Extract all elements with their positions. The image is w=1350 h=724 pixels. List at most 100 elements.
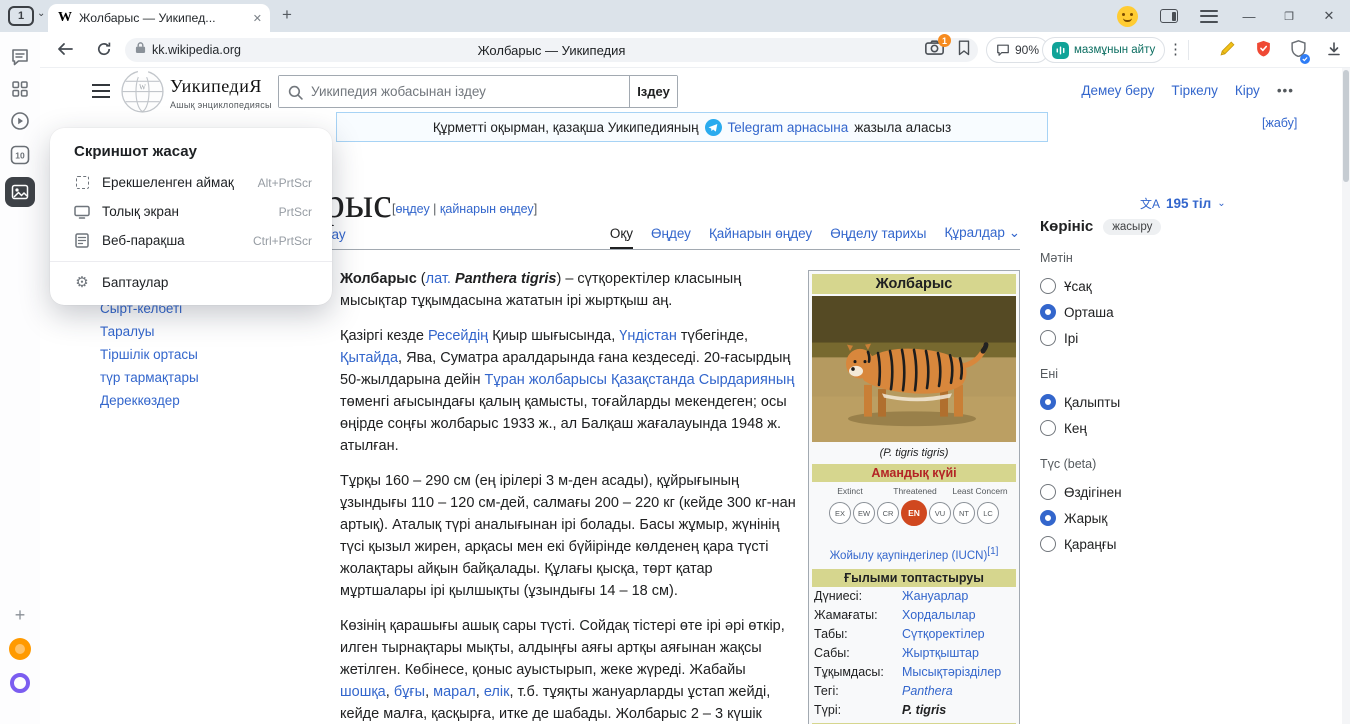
radio-selected-icon[interactable]	[1040, 304, 1056, 320]
toc-item[interactable]: Таралуы	[100, 324, 199, 339]
banner-text: Құрметті оқырман, қазақша Уикипедияның	[433, 120, 699, 135]
toc-item[interactable]: Дереккөздер	[100, 393, 199, 408]
taxon-link[interactable]: Panthera	[902, 684, 1014, 698]
screenshot-tool-icon[interactable]	[5, 177, 35, 207]
wiki-menu-icon[interactable]	[92, 84, 110, 98]
tab-edit[interactable]: Өңдеу	[651, 226, 691, 249]
search-input[interactable]	[279, 76, 629, 107]
shortcut-label: PrtScr	[279, 205, 312, 219]
maximize-button[interactable]: ❐	[1280, 10, 1298, 23]
edit-link[interactable]: өңдеу	[395, 202, 429, 216]
inline-link[interactable]: Ресейдің	[428, 328, 488, 344]
page-scrollbar[interactable]	[1342, 68, 1350, 724]
messenger-icon[interactable]	[8, 45, 32, 69]
banner-close-link[interactable]: [жабу]	[1262, 116, 1297, 130]
adblock-shield-icon[interactable]	[1256, 40, 1271, 62]
wikipedia-globe-logo[interactable]: W	[120, 69, 165, 119]
radio-icon[interactable]	[1040, 536, 1056, 552]
inline-link[interactable]: Сырдарияның	[699, 372, 795, 388]
radio-text-large[interactable]: Ірі	[1040, 325, 1210, 351]
bookmark-flag-icon[interactable]	[958, 40, 970, 61]
inline-link[interactable]: лат.	[426, 271, 451, 287]
radio-selected-icon[interactable]	[1040, 510, 1056, 526]
ten-badge-icon[interactable]: 10	[8, 143, 32, 167]
radio-selected-icon[interactable]	[1040, 394, 1056, 410]
taxon-link[interactable]: Жануарлар	[902, 589, 1014, 603]
wikipedia-wordmark[interactable]: УикипедиЯ Ашық энциклопедиясы	[170, 76, 272, 110]
edit-pencil-icon[interactable]	[1219, 40, 1236, 62]
radio-icon[interactable]	[1040, 278, 1056, 294]
login-link[interactable]: Кіру	[1235, 83, 1260, 98]
inline-link[interactable]: Тұран жолбарысы	[485, 372, 607, 388]
protect-shield-icon[interactable]	[1291, 40, 1306, 62]
menu-item-selected-area[interactable]: Ерекшеленген аймақ Alt+PrtScr	[50, 168, 332, 197]
rail-add-icon[interactable]: +	[8, 603, 32, 627]
reference-sup[interactable]: [1]	[987, 546, 998, 557]
taxonomy-row: Тегі:Panthera	[812, 682, 1016, 701]
profile-avatar[interactable]	[1117, 6, 1138, 27]
language-selector[interactable]: 文A 195 тіл ⌄	[1140, 195, 1226, 212]
downloads-icon[interactable]	[1326, 41, 1342, 62]
browser-menu-icon[interactable]	[1200, 10, 1218, 23]
screenshot-camera-icon[interactable]: 1	[925, 40, 944, 60]
tab-close-icon[interactable]: ✕	[253, 12, 262, 25]
address-bar[interactable]: kk.wikipedia.org Жолбарыс — Уикипедия 1	[125, 38, 978, 62]
inline-link[interactable]: Қазақстанда	[611, 372, 695, 388]
new-tab-button[interactable]: +	[282, 5, 292, 25]
radio-width-standard[interactable]: Қалыпты	[1040, 389, 1210, 415]
taxon-link[interactable]: Жыртқыштар	[902, 646, 1014, 660]
minimize-button[interactable]: —	[1240, 9, 1258, 24]
taxon-link[interactable]: Хордалылар	[902, 608, 1014, 622]
tab-read[interactable]: Оқу	[610, 226, 633, 249]
telegram-link[interactable]: Telegram арнасына	[728, 120, 849, 135]
hide-appearance-button[interactable]: жасыру	[1103, 219, 1161, 235]
search-button[interactable]: Іздеу	[629, 76, 677, 107]
menu-item-web-page[interactable]: Веб-парақша Ctrl+PrtScr	[50, 226, 332, 255]
active-tab[interactable]: W Жолбарыс — Уикипед... ✕	[48, 4, 270, 32]
back-button[interactable]	[56, 41, 76, 59]
video-player-icon[interactable]	[8, 109, 32, 133]
radio-icon[interactable]	[1040, 330, 1056, 346]
inline-link[interactable]: Үндістан	[619, 328, 677, 344]
close-window-button[interactable]: ✕	[1320, 8, 1338, 24]
scrollbar-thumb[interactable]	[1343, 70, 1349, 182]
menu-item-settings[interactable]: ⚙ Баптаулар	[50, 268, 332, 297]
url-domain[interactable]: kk.wikipedia.org	[152, 43, 241, 57]
toc-item[interactable]: түр тармақтары	[100, 370, 199, 385]
yandex-orange-app-icon[interactable]	[8, 637, 32, 661]
tab-counter-button[interactable]: 1	[8, 6, 34, 26]
inline-link[interactable]: марал	[433, 684, 476, 700]
radio-text-small[interactable]: Ұсақ	[1040, 273, 1210, 299]
services-grid-icon[interactable]	[8, 77, 32, 101]
radio-width-wide[interactable]: Кең	[1040, 415, 1210, 441]
menu-item-full-screen[interactable]: Толық экран PrtScr	[50, 197, 332, 226]
address-more-icon[interactable]: ⋮	[1168, 40, 1184, 58]
edit-source-link[interactable]: қайнарын өңдеу	[440, 202, 534, 216]
zoom-indicator[interactable]: 90%	[986, 37, 1049, 63]
inline-link[interactable]: шошқа	[340, 684, 386, 700]
radio-text-medium[interactable]: Орташа	[1040, 299, 1210, 325]
side-panel-toggle-icon[interactable]	[1160, 9, 1178, 23]
tab-counter-chevron-icon[interactable]: ⌄	[37, 8, 45, 19]
radio-color-light[interactable]: Жарық	[1040, 505, 1210, 531]
refresh-button[interactable]	[96, 41, 116, 59]
taxon-link[interactable]: Мысықтәрізділер	[902, 665, 1014, 679]
register-link[interactable]: Тіркелу	[1171, 83, 1218, 98]
iucn-status-link[interactable]: Жойылу қаупіндегілер (IUCN)[1]	[812, 544, 1016, 566]
donate-link[interactable]: Демеу беру	[1081, 83, 1154, 98]
tab-edit-source[interactable]: Қайнарын өңдеу	[709, 226, 812, 249]
alice-assistant-icon[interactable]	[8, 671, 32, 695]
inline-link[interactable]: елік	[484, 684, 510, 700]
toc-item[interactable]: Тіршілік ортасы	[100, 347, 199, 362]
tab-history[interactable]: Өңделу тарихы	[830, 226, 926, 249]
inline-link[interactable]: Қытайда	[340, 350, 398, 366]
radio-color-dark[interactable]: Қараңғы	[1040, 531, 1210, 557]
radio-icon[interactable]	[1040, 420, 1056, 436]
header-more-icon[interactable]: •••	[1277, 83, 1294, 98]
tools-menu[interactable]: Құралдар ⌄	[945, 225, 1020, 249]
radio-icon[interactable]	[1040, 484, 1056, 500]
radio-color-auto[interactable]: Өздігінен	[1040, 479, 1210, 505]
read-aloud-button[interactable]: мазмұнын айту	[1042, 37, 1165, 63]
inline-link[interactable]: бұғы	[394, 684, 425, 700]
taxon-link[interactable]: Сүтқоректілер	[902, 627, 1014, 641]
